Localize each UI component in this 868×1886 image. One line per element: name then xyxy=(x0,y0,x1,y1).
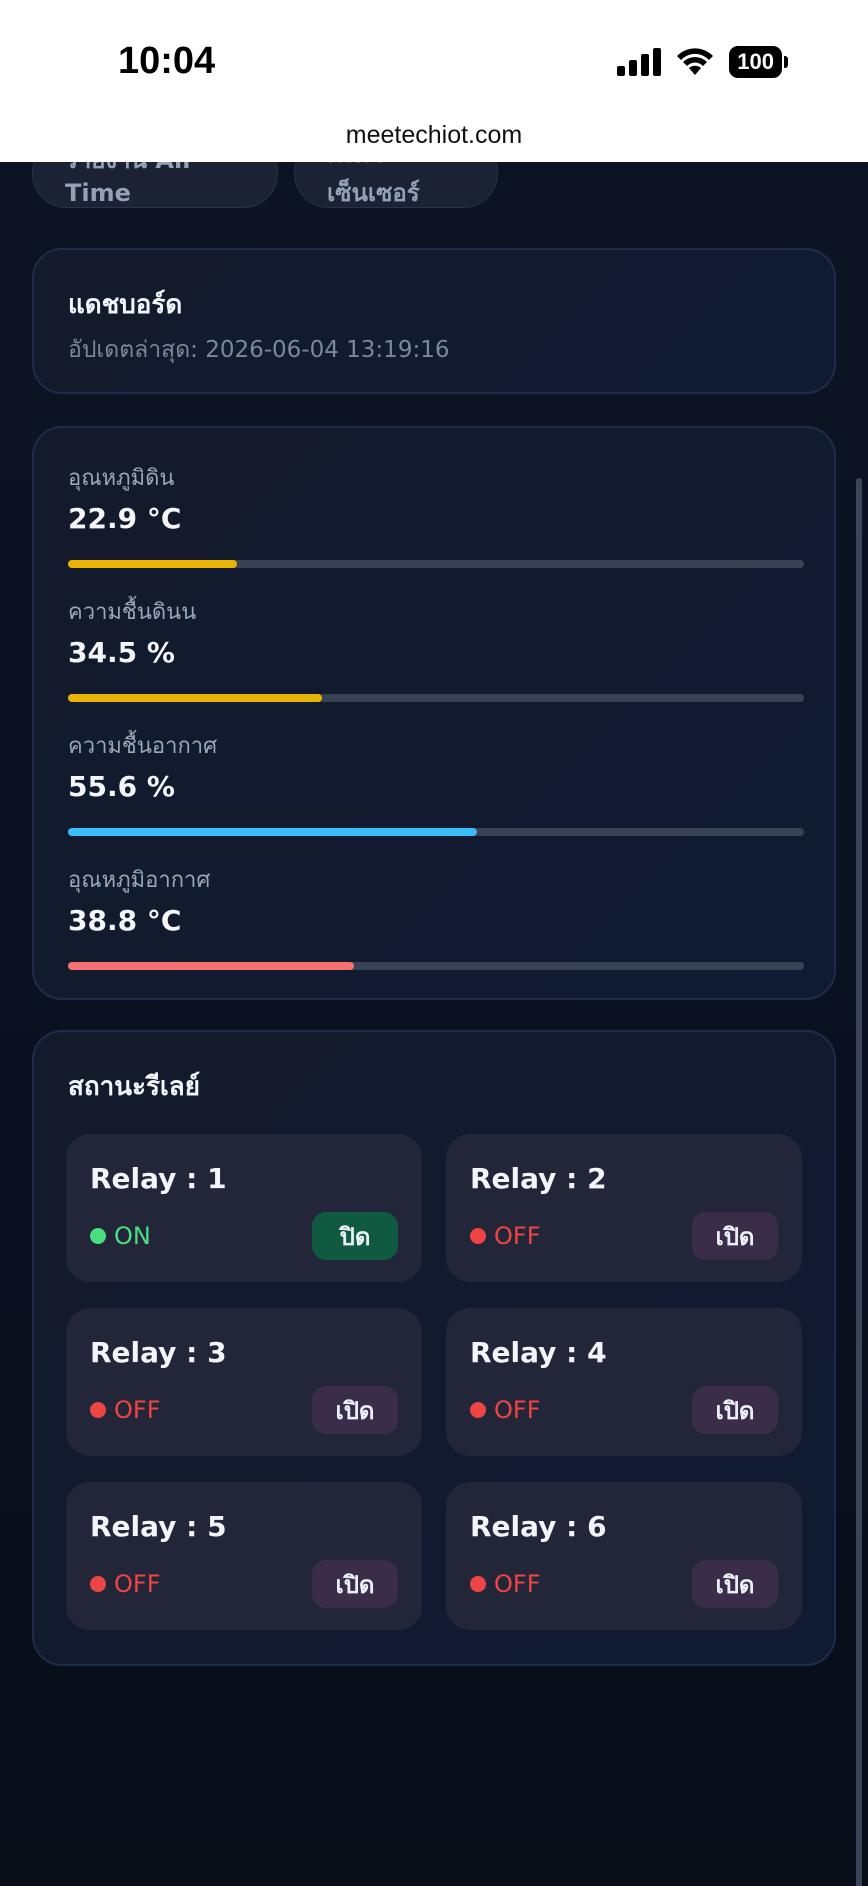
relay-card-2: Relay : 2 OFF เปิด xyxy=(446,1134,802,1282)
relay-name: Relay : 1 xyxy=(90,1162,227,1195)
sensor-progress-bar xyxy=(68,962,804,970)
status-bar: 10:04 100 xyxy=(0,0,868,118)
relay-2-toggle-button[interactable]: เปิด xyxy=(692,1212,778,1260)
sensor-air-temperature: อุณหภูมิอากาศ 38.8 °C xyxy=(68,862,804,970)
relay-section-title: สถานะรีเลย์ xyxy=(68,1072,200,1102)
relay-name: Relay : 6 xyxy=(470,1510,607,1543)
relay-status: OFF xyxy=(90,1570,161,1598)
relay-name: Relay : 3 xyxy=(90,1336,227,1369)
sensor-progress-bar xyxy=(68,560,804,568)
cellular-signal-icon xyxy=(617,48,662,76)
sensor-soil-temperature: อุณหภูมิดิน 22.9 °C xyxy=(68,460,804,568)
nav-sensor-settings-button[interactable]: ตั้งค่าเซ็นเซอร์ xyxy=(294,162,498,208)
page-content: รายงาน Air Time ตั้งค่าเซ็นเซอร์ แดชบอร์… xyxy=(0,162,868,1886)
sensor-label: ความชื้นดินน xyxy=(68,600,197,625)
sensor-progress-fill xyxy=(68,828,478,836)
status-dot-icon xyxy=(470,1228,486,1244)
sensor-value: 38.8 °C xyxy=(68,904,182,937)
relay-status: OFF xyxy=(470,1396,541,1424)
sensor-value: 22.9 °C xyxy=(68,502,182,535)
relay-status: OFF xyxy=(470,1222,541,1250)
sensor-label: อุณหภูมิดิน xyxy=(68,466,175,491)
nav-item-label: ตั้งค่าเซ็นเซอร์ xyxy=(327,162,420,207)
relay-card-4: Relay : 4 OFF เปิด xyxy=(446,1308,802,1456)
relay-state-text: OFF xyxy=(494,1222,541,1250)
wifi-icon xyxy=(677,48,714,75)
sensor-value: 34.5 % xyxy=(68,636,175,669)
status-time: 10:04 xyxy=(118,40,216,82)
status-dot-icon xyxy=(90,1402,106,1418)
relay-state-text: OFF xyxy=(114,1396,161,1424)
relay-status: OFF xyxy=(470,1570,541,1598)
relay-3-toggle-button[interactable]: เปิด xyxy=(312,1386,398,1434)
battery-icon: 100 xyxy=(729,46,788,78)
sensor-label: อุณหภูมิอากาศ xyxy=(68,868,211,893)
sensor-card: อุณหภูมิดิน 22.9 °C ความชื้นดินน 34.5 % … xyxy=(32,426,836,1000)
relay-5-toggle-button[interactable]: เปิด xyxy=(312,1560,398,1608)
relay-card-5: Relay : 5 OFF เปิด xyxy=(66,1482,422,1630)
relay-card-1: Relay : 1 ON ปิด xyxy=(66,1134,422,1282)
relay-6-toggle-button[interactable]: เปิด xyxy=(692,1560,778,1608)
relay-status-card: สถานะรีเลย์ Relay : 1 ON ปิด Relay : 2 O… xyxy=(32,1030,836,1666)
url-text: meetechiot.com xyxy=(345,121,523,149)
status-icons: 100 xyxy=(617,46,788,78)
sensor-progress-fill xyxy=(68,694,322,702)
relay-1-toggle-button[interactable]: ปิด xyxy=(312,1212,398,1260)
sensor-soil-moisture: ความชื้นดินน 34.5 % xyxy=(68,594,804,702)
relay-card-6: Relay : 6 OFF เปิด xyxy=(446,1482,802,1630)
dashboard-title: แดชบอร์ด xyxy=(68,290,183,320)
status-dot-icon xyxy=(470,1402,486,1418)
relay-state-text: OFF xyxy=(494,1570,541,1598)
nav-item-label: รายงาน Air Time xyxy=(65,162,194,207)
dashboard-header-card: แดชบอร์ด อัปเดตล่าสุด: 2026-06-04 13:19:… xyxy=(32,248,836,394)
sensor-progress-bar xyxy=(68,694,804,702)
relay-state-text: OFF xyxy=(114,1570,161,1598)
last-updated-text: อัปเดตล่าสุด: 2026-06-04 13:19:16 xyxy=(68,337,450,363)
relay-state-text: OFF xyxy=(494,1396,541,1424)
scrollbar[interactable] xyxy=(856,478,862,1886)
sensor-progress-fill xyxy=(68,962,354,970)
relay-name: Relay : 4 xyxy=(470,1336,607,1369)
address-bar[interactable]: meetechiot.com xyxy=(0,118,868,162)
relay-name: Relay : 2 xyxy=(470,1162,607,1195)
relay-4-toggle-button[interactable]: เปิด xyxy=(692,1386,778,1434)
status-dot-icon xyxy=(90,1576,106,1592)
battery-level: 100 xyxy=(729,46,782,78)
sensor-progress-fill xyxy=(68,560,238,568)
relay-status: OFF xyxy=(90,1396,161,1424)
sensor-air-humidity: ความชื้นอากาศ 55.6 % xyxy=(68,728,804,836)
relay-status: ON xyxy=(90,1222,151,1250)
relay-name: Relay : 5 xyxy=(90,1510,227,1543)
status-dot-icon xyxy=(470,1576,486,1592)
sensor-label: ความชื้นอากาศ xyxy=(68,734,218,759)
nav-airtime-report-button[interactable]: รายงาน Air Time xyxy=(32,162,278,208)
sensor-value: 55.6 % xyxy=(68,770,175,803)
relay-card-3: Relay : 3 OFF เปิด xyxy=(66,1308,422,1456)
sensor-progress-bar xyxy=(68,828,804,836)
relay-state-text: ON xyxy=(114,1222,151,1250)
status-dot-icon xyxy=(90,1228,106,1244)
